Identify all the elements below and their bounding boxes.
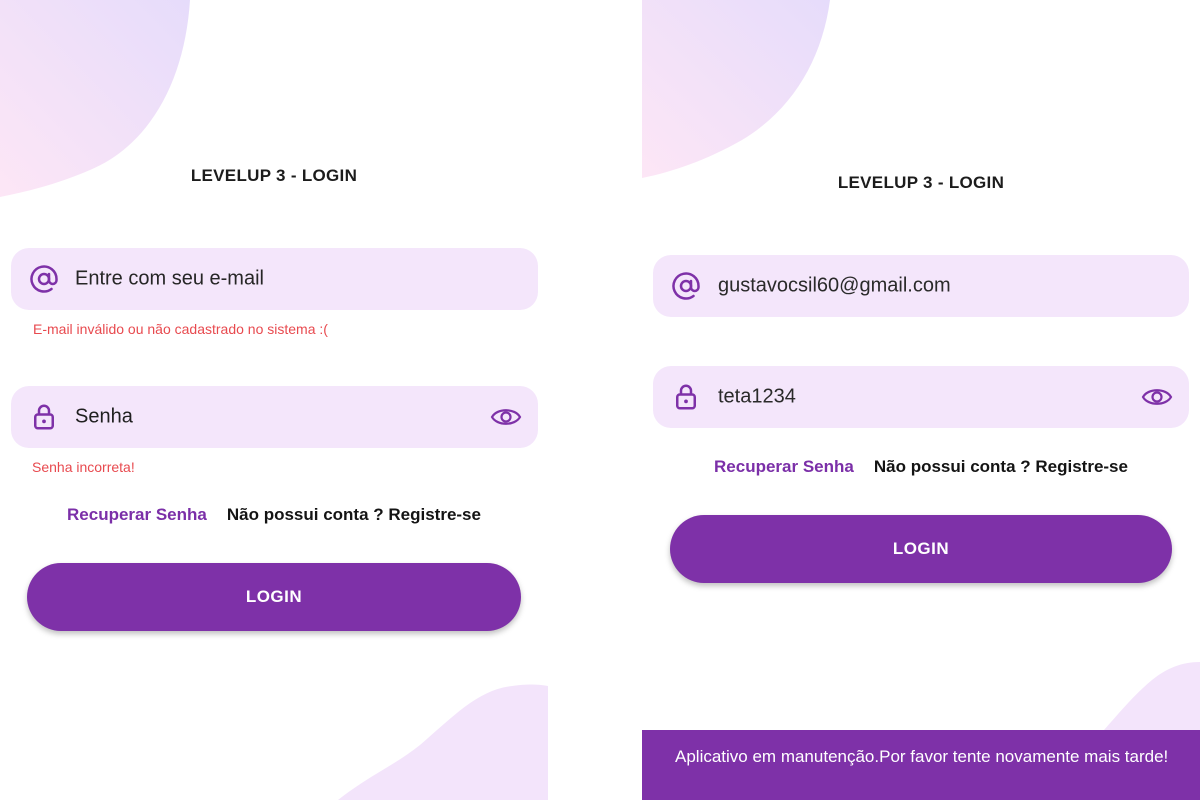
maintenance-snackbar: Aplicativo em manutenção.Por favor tente… [642, 730, 1200, 800]
email-field[interactable]: Entre com seu e-mail [11, 248, 538, 310]
login-screen-maintenance-state: LEVELUP 3 - LOGIN gustavocsil60@gmail.co… [642, 0, 1200, 800]
login-button[interactable]: LOGIN [670, 515, 1172, 583]
login-screen-error-state: LEVELUP 3 - LOGIN Entre com seu e-mail E… [0, 0, 548, 800]
email-placeholder: Entre com seu e-mail [75, 267, 264, 290]
login-button[interactable]: LOGIN [27, 563, 521, 631]
lock-icon [29, 402, 59, 432]
eye-icon[interactable] [490, 405, 522, 429]
password-value: teta1234 [718, 385, 796, 408]
screen-gap [548, 0, 642, 800]
recover-password-link[interactable]: Recuperar Senha [714, 457, 854, 476]
email-value: gustavocsil60@gmail.com [718, 274, 951, 297]
bottom-right-blob [1104, 662, 1200, 730]
password-error-message: Senha incorreta! [32, 459, 135, 475]
auth-links: Recuperar Senha Não possui conta ? Regist… [0, 505, 548, 525]
email-error-message: E-mail inválido ou não cadastrado no sis… [33, 321, 328, 337]
lock-icon [671, 382, 701, 412]
page-title: LEVELUP 3 - LOGIN [837, 173, 1005, 192]
page-title: LEVELUP 3 - LOGIN [190, 166, 358, 185]
password-field[interactable]: Senha [11, 386, 538, 448]
email-field[interactable]: gustavocsil60@gmail.com [653, 255, 1189, 317]
register-link[interactable]: Não possui conta ? Registre-se [874, 457, 1128, 476]
snackbar-message: Aplicativo em manutenção.Por favor tente… [675, 747, 1169, 766]
recover-password-link[interactable]: Recuperar Senha [67, 505, 207, 524]
register-link[interactable]: Não possui conta ? Registre-se [227, 505, 481, 524]
password-placeholder: Senha [75, 405, 133, 428]
eye-icon[interactable] [1141, 385, 1173, 409]
auth-links: Recuperar Senha Não possui conta ? Regist… [642, 457, 1200, 477]
at-sign-icon [671, 271, 701, 301]
bottom-right-blob [338, 684, 548, 800]
top-left-blob [642, 0, 830, 178]
at-sign-icon [29, 264, 59, 294]
password-field[interactable]: teta1234 [653, 366, 1189, 428]
